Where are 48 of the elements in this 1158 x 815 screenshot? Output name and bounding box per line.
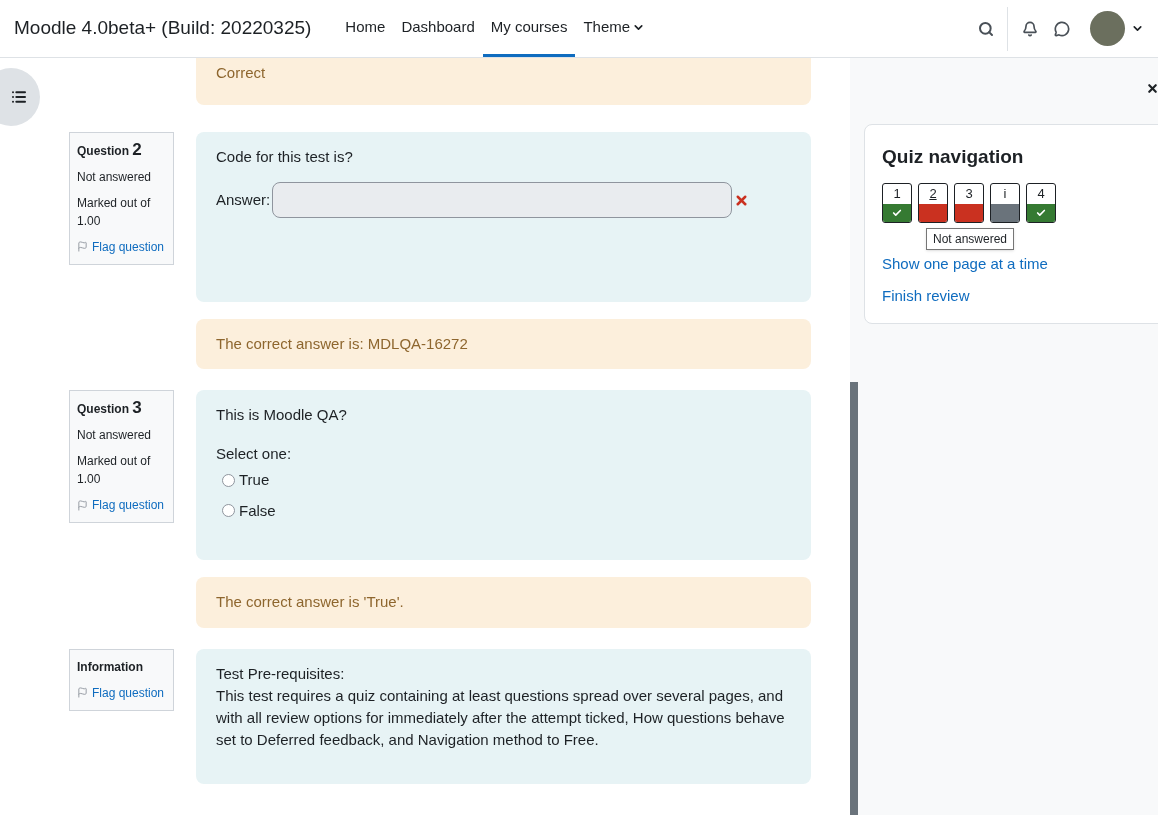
info-label: Information (77, 658, 144, 676)
nav-link[interactable]: Theme (575, 0, 654, 57)
radio-button[interactable] (222, 473, 235, 487)
site-name[interactable]: Moodle 4.0beta+ (Build: 20220325) (14, 14, 312, 43)
question-nav-button[interactable]: 2 (918, 182, 948, 223)
search-icon[interactable] (978, 20, 994, 37)
select-prompt: Select one: (216, 443, 293, 464)
marks-text: Marked out of 1.00 (77, 194, 152, 230)
question-text: This is Moodle QA? (216, 405, 348, 425)
flag-icon (77, 499, 88, 511)
answer-input[interactable] (272, 182, 733, 218)
check-icon (892, 207, 902, 218)
question-nav-button[interactable]: 3 (954, 182, 984, 223)
feedback-text: The correct answer is: MDLQA-16272 (216, 334, 468, 352)
nav-link[interactable]: Dashboard (393, 0, 483, 57)
answer-label: Answer: (216, 189, 271, 210)
messages-icon[interactable] (1054, 20, 1070, 37)
option-label: False (239, 500, 276, 521)
notifications-icon[interactable] (1022, 20, 1038, 37)
question-number: Question 3 (77, 399, 143, 418)
question-nav-button[interactable]: 4 (1026, 182, 1056, 223)
info-text: This test requires a quiz containing at least questions spread over several pages, and with all review options for immediately after the attempt ticked, How questions behave set to Deferred feedback, and Navigation method to Free. (216, 685, 786, 750)
nav-link[interactable]: Show one page at a time (882, 252, 1146, 275)
flag-icon (77, 687, 88, 698)
list-icon (11, 89, 27, 105)
radio-button[interactable] (222, 504, 235, 518)
feedback-text: Correct (216, 64, 266, 81)
marks-text: Marked out of 1.00 (77, 453, 152, 488)
tooltip: Not answered (926, 227, 1015, 250)
close-icon[interactable] (1146, 82, 1158, 95)
scrollbar[interactable] (850, 382, 858, 815)
question-nav-button[interactable]: 1 (882, 182, 912, 223)
flag-question-link[interactable]: Flag question (77, 496, 166, 514)
check-icon (1036, 207, 1046, 218)
flag-icon (77, 241, 88, 252)
question-text: Code for this test is? (216, 146, 354, 167)
card-title: Quiz navigation (882, 145, 1025, 169)
feedback-text: The correct answer is 'True'. (216, 593, 404, 610)
question-nav-button[interactable]: i (990, 182, 1020, 223)
option-label: True (239, 470, 270, 490)
question-number: Question 2 (77, 140, 143, 160)
flag-question-link[interactable]: Flag question (77, 237, 166, 256)
nav-link[interactable]: Home (337, 0, 394, 57)
question-status: Not answered (77, 427, 153, 444)
nav-link[interactable]: Finish review (882, 285, 1146, 308)
flag-question-link[interactable]: Flag question (77, 683, 166, 702)
question-status: Not answered (77, 168, 153, 186)
info-heading: Test Pre-requisites: (216, 663, 346, 684)
